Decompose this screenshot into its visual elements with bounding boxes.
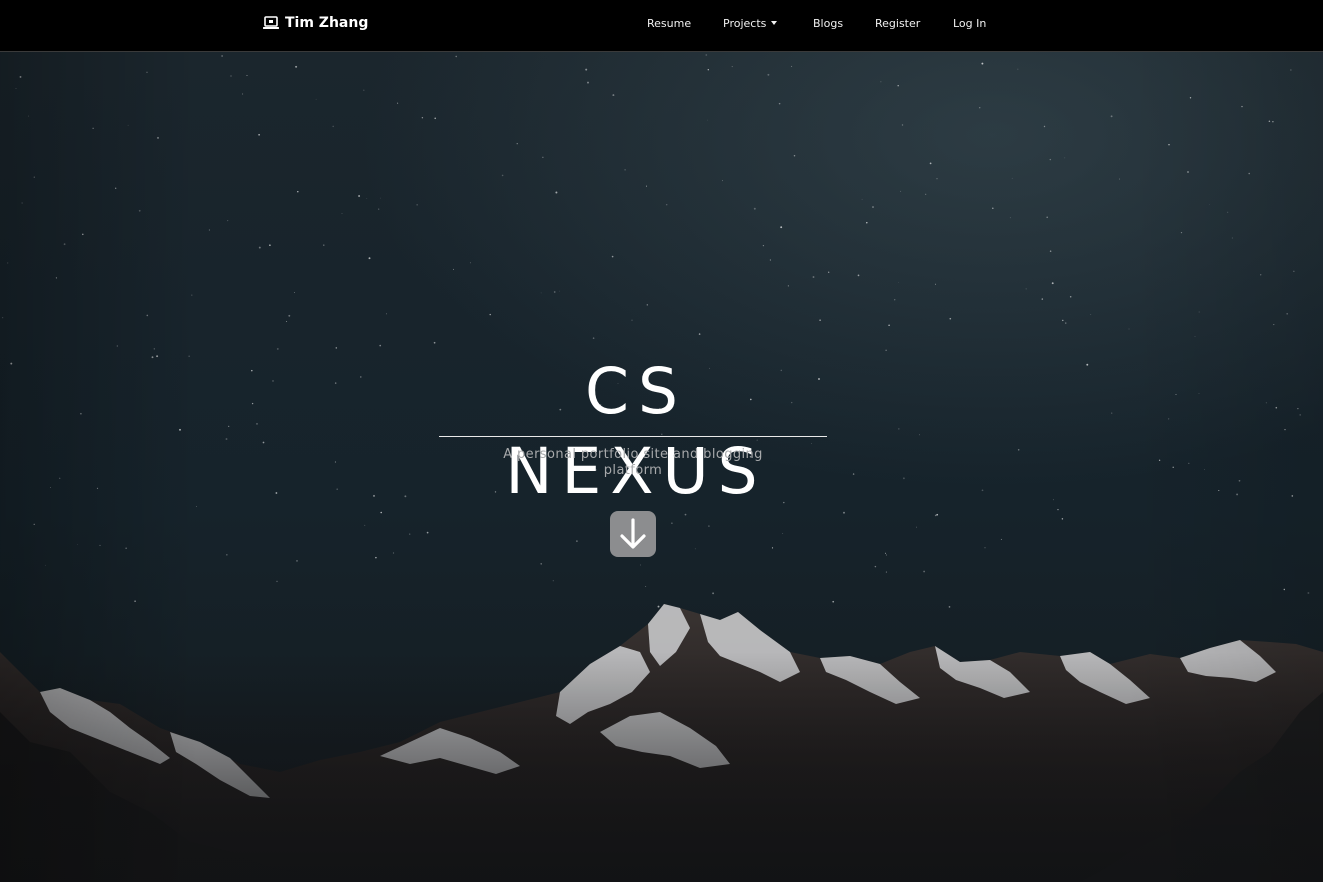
hero-subtitle: A personal portfolio site and blogging p…: [503, 447, 763, 478]
hero-title: CS NEXUS: [505, 355, 767, 508]
title-divider: [439, 436, 827, 437]
nav-links: Resume Projects Blogs Register Log In: [647, 14, 986, 32]
nav-link-resume[interactable]: Resume: [647, 17, 723, 30]
brand-label: Tim Zhang: [285, 15, 369, 31]
nav-link-register[interactable]: Register: [875, 17, 953, 30]
nav-link-projects-label: Projects: [723, 16, 767, 30]
nav-link-projects[interactable]: Projects: [723, 17, 813, 30]
nav-link-blogs[interactable]: Blogs: [813, 17, 875, 30]
brand-link[interactable]: Tim Zhang: [263, 12, 368, 34]
caret-down-icon: [771, 21, 778, 25]
top-navbar: Tim Zhang Resume Projects Blogs Register…: [0, 0, 1323, 52]
scroll-down-button[interactable]: [610, 511, 656, 557]
nav-link-login[interactable]: Log In: [953, 17, 986, 30]
arrow-down-icon: [620, 518, 646, 549]
laptop-icon: [263, 16, 279, 30]
landing-page: Tim Zhang Resume Projects Blogs Register…: [0, 0, 1323, 882]
